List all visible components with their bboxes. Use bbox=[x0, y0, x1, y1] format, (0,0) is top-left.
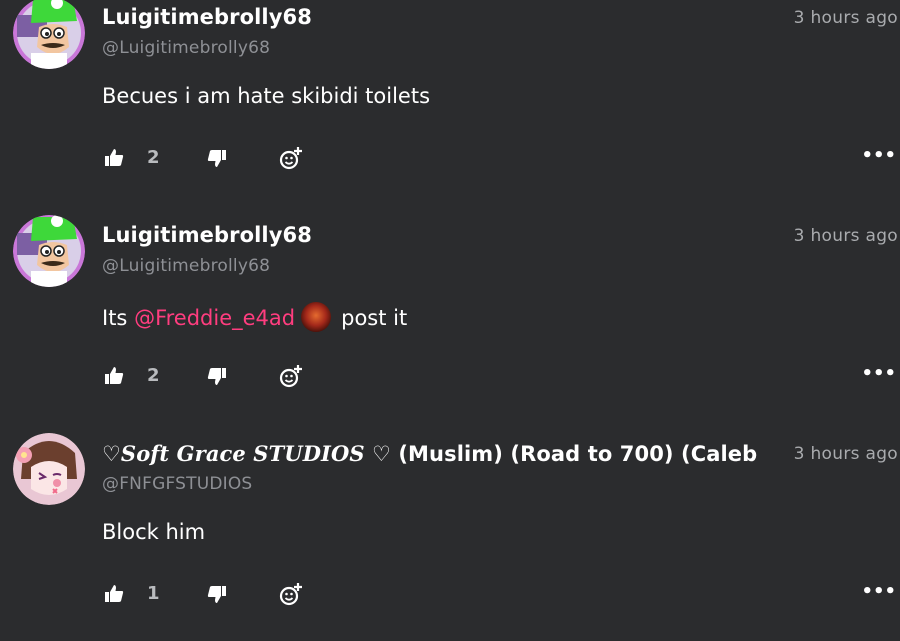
thumbs-up-icon bbox=[105, 585, 124, 602]
user-mention-link[interactable]: @Freddie_e4ad bbox=[134, 306, 295, 330]
more-options-button[interactable]: ••• bbox=[861, 581, 896, 602]
thumbs-down-icon bbox=[207, 586, 226, 603]
thumbs-up-icon bbox=[105, 367, 124, 384]
timestamp: 3 hours ago bbox=[785, 226, 898, 246]
more-options-button[interactable]: ••• bbox=[861, 145, 896, 166]
avatar[interactable] bbox=[13, 0, 85, 69]
comment: ♡𝑺𝒐𝒇𝒕 𝑮𝒓𝒂𝒄𝒆 𝑺𝑻𝑼𝑫𝑰𝑶𝑺 ♡ (Muslim) (Road to … bbox=[0, 433, 900, 641]
comment-body: Becues i am hate skibidi toilets bbox=[102, 84, 431, 108]
timestamp: 3 hours ago bbox=[785, 8, 898, 28]
like-count: 2 bbox=[147, 147, 160, 168]
comment-body: Its @Freddie_e4ad post it bbox=[102, 302, 407, 332]
username[interactable]: ♡𝑺𝒐𝒇𝒕 𝑮𝒓𝒂𝒄𝒆 𝑺𝑻𝑼𝑫𝑰𝑶𝑺 ♡ (Muslim) (Road to … bbox=[102, 441, 774, 466]
comment-text: post it bbox=[341, 306, 408, 330]
thumbs-up-icon bbox=[105, 149, 124, 166]
add-reaction-icon bbox=[279, 147, 302, 170]
timestamp: 3 hours ago bbox=[785, 444, 898, 464]
comment-text: Its bbox=[102, 306, 128, 330]
like-button[interactable] bbox=[102, 582, 126, 606]
avatar[interactable] bbox=[13, 433, 85, 505]
comment: Luigitimebrolly68 3 hours ago @Luigitime… bbox=[0, 215, 900, 436]
dislike-button[interactable] bbox=[205, 146, 229, 170]
mention-avatar[interactable] bbox=[301, 302, 332, 332]
like-count: 2 bbox=[147, 365, 160, 386]
dislike-button[interactable] bbox=[205, 582, 229, 606]
username-suffix: (Muslim) (Road to 700) (Caleb bbox=[390, 442, 758, 466]
dislike-button[interactable] bbox=[205, 364, 229, 388]
like-button[interactable] bbox=[102, 146, 126, 170]
add-reaction-button[interactable] bbox=[278, 145, 304, 171]
thumbs-down-icon bbox=[207, 150, 226, 167]
add-reaction-icon bbox=[279, 583, 302, 606]
user-handle[interactable]: @Luigitimebrolly68 bbox=[102, 256, 270, 276]
username[interactable]: Luigitimebrolly68 bbox=[102, 223, 774, 247]
username[interactable]: Luigitimebrolly68 bbox=[102, 5, 774, 29]
thumbs-down-icon bbox=[207, 368, 226, 385]
add-reaction-button[interactable] bbox=[278, 363, 304, 389]
comment-list: Luigitimebrolly68 3 hours ago @Luigitime… bbox=[0, 0, 900, 641]
like-count: 1 bbox=[147, 583, 160, 604]
add-reaction-button[interactable] bbox=[278, 581, 304, 607]
like-button[interactable] bbox=[102, 364, 126, 388]
add-reaction-icon bbox=[279, 365, 302, 388]
avatar[interactable] bbox=[13, 215, 85, 287]
more-options-button[interactable]: ••• bbox=[861, 363, 896, 384]
comment-body: Block him bbox=[102, 520, 206, 544]
comment: Luigitimebrolly68 3 hours ago @Luigitime… bbox=[0, 0, 900, 218]
user-handle[interactable]: @FNFGFSTUDIOS bbox=[102, 474, 252, 494]
user-handle[interactable]: @Luigitimebrolly68 bbox=[102, 38, 270, 58]
username-styled: ♡𝑺𝒐𝒇𝒕 𝑮𝒓𝒂𝒄𝒆 𝑺𝑻𝑼𝑫𝑰𝑶𝑺 ♡ bbox=[102, 441, 391, 466]
